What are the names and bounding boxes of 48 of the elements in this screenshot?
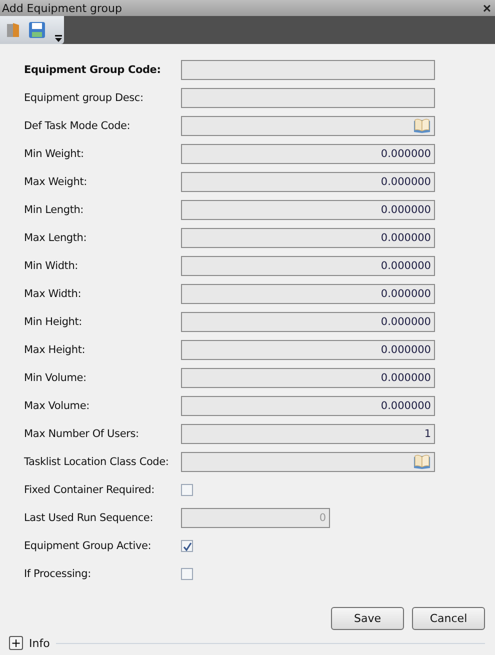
field-label: Max Height: <box>24 344 86 356</box>
field-label: Max Length: <box>24 232 88 244</box>
field-label: Min Height: <box>24 316 84 328</box>
text-field[interactable] <box>181 60 435 80</box>
number-field[interactable]: 0.000000 <box>181 312 435 332</box>
cancel-button[interactable]: Cancel <box>412 607 485 630</box>
lookup-field[interactable] <box>181 116 435 136</box>
field-label: Last Used Run Sequence: <box>24 512 154 524</box>
expand-button[interactable]: + <box>9 636 23 650</box>
number-field[interactable]: 0.000000 <box>181 340 435 360</box>
field-label: Max Number Of Users: <box>24 428 140 440</box>
book-icon[interactable] <box>413 454 431 470</box>
number-field[interactable]: 1 <box>181 424 435 444</box>
door-icon[interactable] <box>4 21 22 39</box>
number-field[interactable]: 0.000000 <box>181 396 435 416</box>
number-field[interactable]: 0.000000 <box>181 256 435 276</box>
checkbox[interactable] <box>181 540 193 552</box>
book-icon[interactable] <box>413 118 431 134</box>
field-label: Min Width: <box>24 260 80 272</box>
save-icon[interactable] <box>28 21 46 39</box>
field-label: If Processing: <box>24 568 92 580</box>
checkbox[interactable] <box>181 484 193 496</box>
text-field[interactable] <box>181 88 435 108</box>
field-label: Min Weight: <box>24 148 85 160</box>
section-label: Info <box>29 636 50 650</box>
overflow-icon[interactable] <box>55 35 62 42</box>
field-label: Max Width: <box>24 288 82 300</box>
number-field[interactable]: 0.000000 <box>181 368 435 388</box>
field-label: Equipment Group Active: <box>24 540 152 552</box>
number-field[interactable]: 0.000000 <box>181 284 435 304</box>
field-label: Equipment Group Code: <box>24 64 162 76</box>
field-label: Min Length: <box>24 204 85 216</box>
checkbox[interactable] <box>181 568 193 580</box>
lookup-field[interactable] <box>181 452 435 472</box>
window-title: Add Equipment group <box>2 2 122 14</box>
save-button[interactable]: Save <box>331 607 404 630</box>
field-label: Equipment group Desc: <box>24 92 144 104</box>
field-label: Fixed Container Required: <box>24 484 156 496</box>
field-label: Max Weight: <box>24 176 88 188</box>
number-field[interactable]: 0.000000 <box>181 172 435 192</box>
number-field[interactable]: 0.000000 <box>181 144 435 164</box>
number-field[interactable]: 0.000000 <box>181 228 435 248</box>
field-label: Tasklist Location Class Code: <box>24 456 170 468</box>
field-label: Def Task Mode Code: <box>24 120 132 132</box>
number-field[interactable]: 0.000000 <box>181 200 435 220</box>
field-label: Max Volume: <box>24 400 90 412</box>
field-label: Min Volume: <box>24 372 88 384</box>
close-button[interactable]: × <box>482 1 491 15</box>
